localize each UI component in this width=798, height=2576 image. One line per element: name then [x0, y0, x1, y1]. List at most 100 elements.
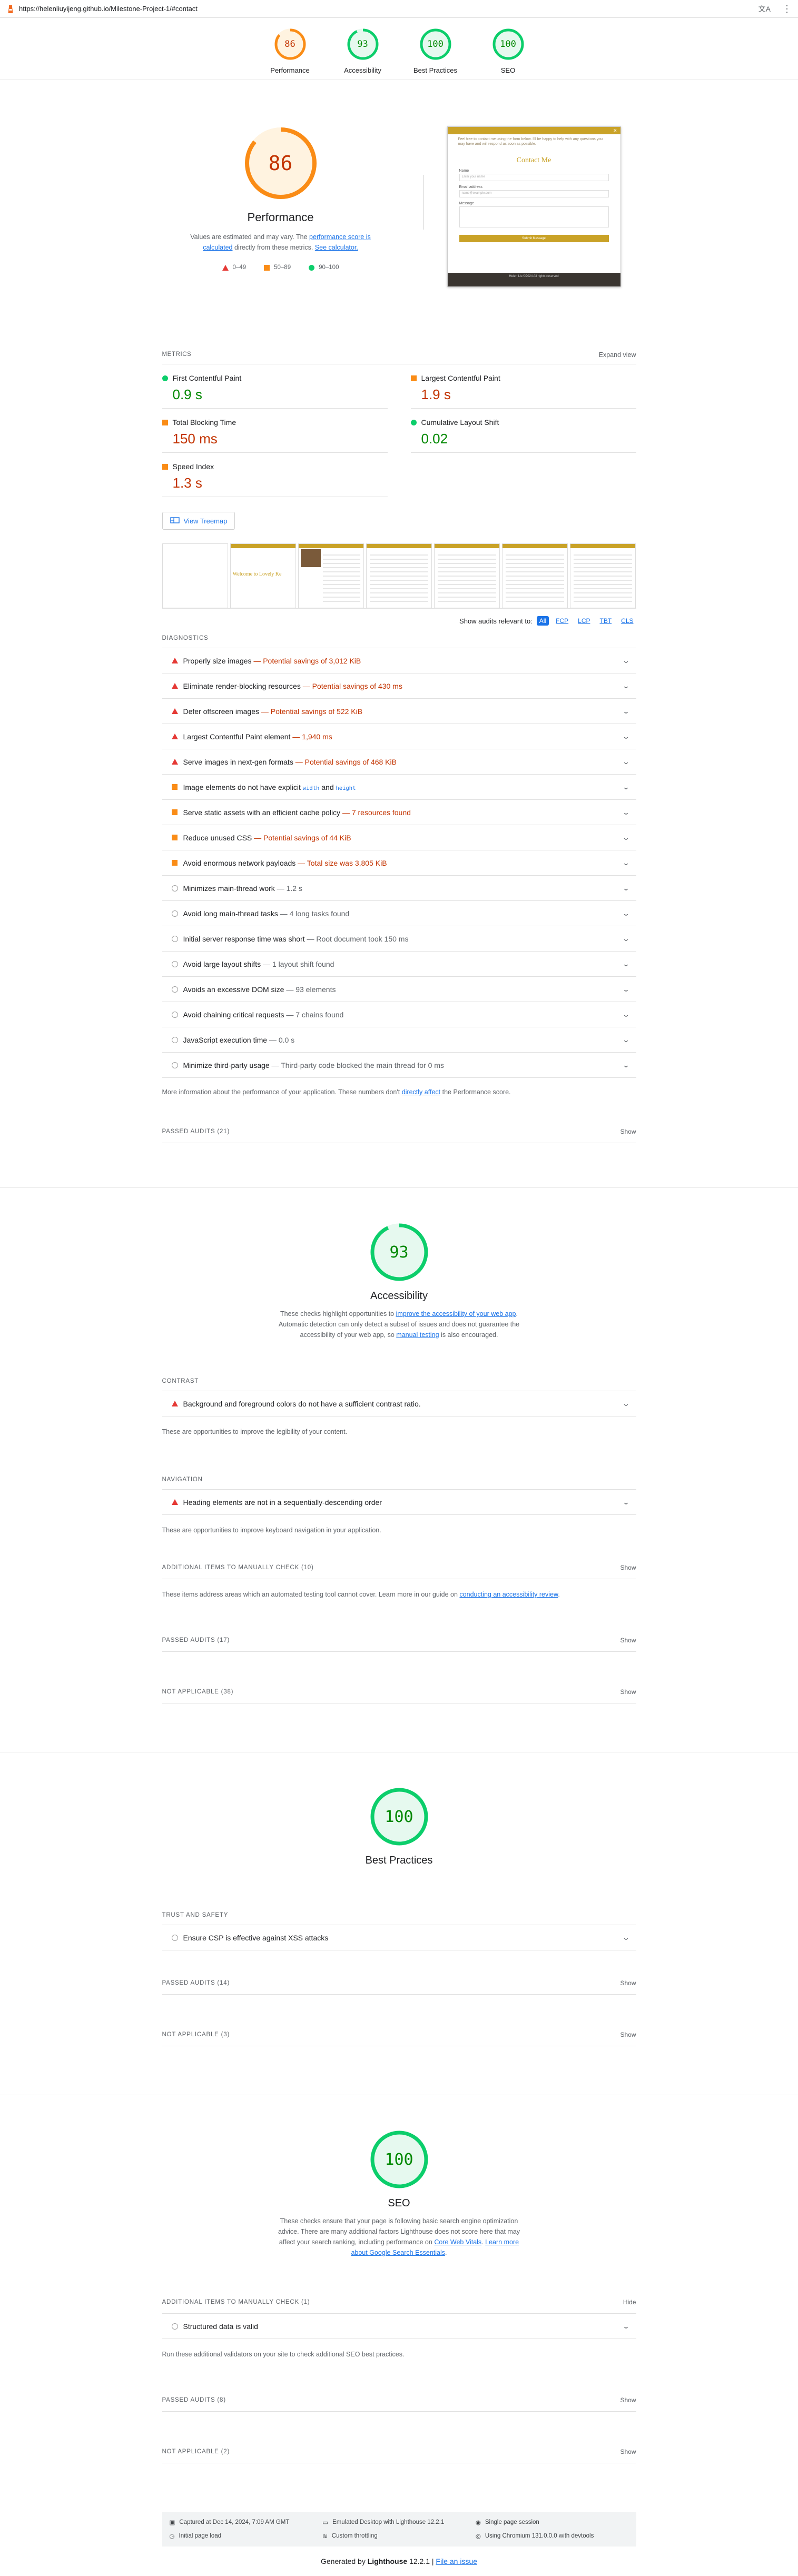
- file-issue-link[interactable]: File an issue: [436, 2557, 477, 2565]
- hide-button[interactable]: Hide: [623, 2298, 636, 2306]
- filter-fcp[interactable]: FCP: [553, 616, 571, 626]
- audit-row[interactable]: Structured data is valid ⌄: [162, 2314, 636, 2339]
- fail-icon: [171, 708, 178, 714]
- audit-row[interactable]: Minimize third-party usage — Third-party…: [162, 1053, 636, 1078]
- directly-affect-link[interactable]: directly affect: [402, 1088, 440, 1096]
- audit-row[interactable]: Avoid chaining critical requests — 7 cha…: [162, 1002, 636, 1027]
- not-applicable-toggle[interactable]: NOT APPLICABLE (3) Show: [162, 2023, 636, 2046]
- audit-detail: 1.2 s: [286, 884, 302, 893]
- show-button[interactable]: Show: [620, 1128, 636, 1135]
- metric-lcp: Largest Contentful Paint 1.9 s: [410, 364, 636, 409]
- audit-row[interactable]: Initial server response time was short —…: [162, 926, 636, 952]
- audit-detail: 7 resources found: [351, 808, 411, 817]
- passed-audits-toggle[interactable]: PASSED AUDITS (21) Show: [162, 1120, 636, 1143]
- seo-title: SEO: [388, 2197, 410, 2209]
- audit-detail: Root document took 150 ms: [316, 934, 409, 943]
- audit-row[interactable]: Largest Contentful Paint element — 1,940…: [162, 724, 636, 749]
- score-legend: 0–49 50–89 90–100: [162, 264, 399, 271]
- chevron-down-icon: ⌄: [622, 909, 630, 917]
- gauge-seo-score: 100: [500, 39, 516, 49]
- manual-check-toggle[interactable]: ADDITIONAL ITEMS TO MANUALLY CHECK (10) …: [162, 1556, 636, 1579]
- passed-audits-toggle[interactable]: PASSED AUDITS (8) Show: [162, 2389, 636, 2412]
- core-web-vitals-link[interactable]: Core Web Vitals: [434, 2238, 481, 2246]
- show-button[interactable]: Show: [620, 1637, 636, 1644]
- page-url[interactable]: https://helenliuyijeng.github.io/Milesto…: [19, 5, 758, 13]
- accessibility-review-link[interactable]: conducting an accessibility review: [459, 1591, 558, 1598]
- filter-lcp[interactable]: LCP: [575, 616, 593, 626]
- audit-row[interactable]: Background and foreground colors do not …: [162, 1391, 636, 1416]
- audit-detail: Potential savings of 522 KiB: [270, 707, 363, 716]
- manual-check-toggle[interactable]: ADDITIONAL ITEMS TO MANUALLY CHECK (1) H…: [162, 2291, 636, 2314]
- show-button[interactable]: Show: [620, 1564, 636, 1571]
- audit-title: Reduce unused CSS: [183, 833, 252, 842]
- legend-average: 50–89: [264, 264, 291, 271]
- audit-row[interactable]: JavaScript execution time — 0.0 s ⌄: [162, 1027, 636, 1053]
- chevron-down-icon: ⌄: [622, 833, 630, 841]
- gauge-accessibility[interactable]: 93 Accessibility: [336, 28, 390, 80]
- audit-row[interactable]: Serve images in next-gen formats — Poten…: [162, 749, 636, 775]
- not-applicable-toggle[interactable]: NOT APPLICABLE (2) Show: [162, 2440, 636, 2463]
- see-calculator-link[interactable]: See calculator.: [315, 244, 358, 251]
- audit-row[interactable]: Reduce unused CSS — Potential savings of…: [162, 825, 636, 850]
- screenshot-submit: Submit Message: [459, 235, 609, 242]
- show-button[interactable]: Show: [620, 2396, 636, 2404]
- audit-row[interactable]: Heading elements are not in a sequential…: [162, 1490, 636, 1515]
- audit-row[interactable]: Image elements do not have explicit widt…: [162, 775, 636, 800]
- desc-text: directly from these metrics.: [232, 244, 315, 251]
- expand-view-toggle[interactable]: Expand view: [599, 351, 636, 359]
- filter-all[interactable]: All: [536, 616, 549, 626]
- audit-row[interactable]: Properly size images — Potential savings…: [162, 648, 636, 673]
- audit-row[interactable]: Serve static assets with an efficient ca…: [162, 800, 636, 825]
- audit-row[interactable]: Avoids an excessive DOM size — 93 elemen…: [162, 977, 636, 1002]
- final-screenshot[interactable]: ✕ Feel free to contact me using the form…: [447, 126, 621, 287]
- not-applicable-label: NOT APPLICABLE (38): [162, 1688, 234, 1695]
- audit-row[interactable]: Defer offscreen images — Potential savin…: [162, 699, 636, 724]
- audit-row[interactable]: Eliminate render-blocking resources — Po…: [162, 673, 636, 699]
- accessibility-score: 93: [389, 1243, 409, 1262]
- audit-row[interactable]: Avoid large layout shifts — 1 layout shi…: [162, 952, 636, 977]
- filter-tbt[interactable]: TBT: [597, 616, 614, 626]
- chevron-down-icon: ⌄: [622, 1399, 630, 1408]
- gauge-seo[interactable]: 100 SEO: [481, 28, 536, 80]
- show-button[interactable]: Show: [620, 1979, 636, 1987]
- manual-check-note: These items address areas which an autom…: [162, 1590, 636, 1599]
- gen-text: Generated by: [321, 2557, 368, 2565]
- info-icon: [171, 986, 178, 993]
- score-gauges-nav: 86 Performance 93 Accessibility 100 Best…: [0, 18, 798, 80]
- show-button[interactable]: Show: [620, 2031, 636, 2038]
- runtime-item: ◎ Using Chromium 131.0.0.0 with devtools: [476, 2532, 629, 2540]
- more-options-icon[interactable]: ⋮: [782, 4, 792, 14]
- chevron-down-icon: ⌄: [622, 1498, 630, 1506]
- audit-row[interactable]: Avoid long main-thread tasks — 4 long ta…: [162, 901, 636, 926]
- passed-audits-toggle[interactable]: PASSED AUDITS (17) Show: [162, 1629, 636, 1652]
- metric-name: Largest Contentful Paint: [421, 374, 500, 382]
- audit-title: Minimize third-party usage: [183, 1061, 270, 1069]
- audit-row[interactable]: Ensure CSP is effective against XSS atta…: [162, 1925, 636, 1950]
- manual-check-label: ADDITIONAL ITEMS TO MANUALLY CHECK (10): [162, 1564, 314, 1571]
- average-icon: [162, 464, 168, 470]
- chevron-down-icon: ⌄: [622, 782, 630, 791]
- chevron-down-icon: ⌄: [622, 1933, 630, 1941]
- show-button[interactable]: Show: [620, 1688, 636, 1696]
- view-treemap-button[interactable]: View Treemap: [162, 512, 235, 530]
- improve-accessibility-link[interactable]: improve the accessibility of your web ap…: [396, 1310, 516, 1317]
- screenshot-header-bar: [447, 127, 620, 134]
- note-text: the Performance score.: [440, 1088, 511, 1096]
- not-applicable-toggle[interactable]: NOT APPLICABLE (38) Show: [162, 1680, 636, 1703]
- wifi-icon: ≋: [322, 2533, 328, 2540]
- translate-icon[interactable]: 文A: [758, 4, 771, 14]
- passed-audits-toggle[interactable]: PASSED AUDITS (14) Show: [162, 1971, 636, 1995]
- gauge-best-practices[interactable]: 100 Best Practices: [408, 28, 463, 80]
- manual-testing-link[interactable]: manual testing: [396, 1331, 439, 1339]
- filter-cls[interactable]: CLS: [618, 616, 636, 626]
- audit-row[interactable]: Avoid enormous network payloads — Total …: [162, 850, 636, 876]
- chevron-down-icon: ⌄: [622, 934, 630, 943]
- screenshot-field: Enter your name: [459, 174, 609, 181]
- screenshot-field-label: Email address: [459, 185, 482, 189]
- audit-row[interactable]: Minimizes main-thread work — 1.2 s ⌄: [162, 876, 636, 901]
- not-applicable-label: NOT APPLICABLE (3): [162, 2031, 230, 2038]
- seo-score: 100: [385, 2150, 413, 2169]
- show-button[interactable]: Show: [620, 2448, 636, 2455]
- audit-filter-label: Show audits relevant to:: [459, 617, 533, 625]
- gauge-performance[interactable]: 86 Performance: [263, 28, 318, 80]
